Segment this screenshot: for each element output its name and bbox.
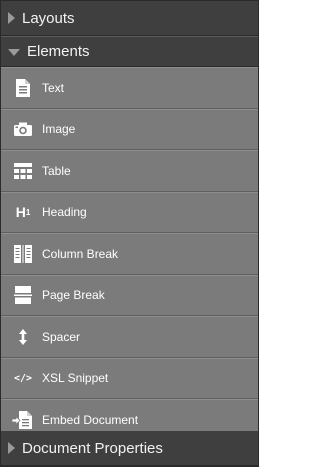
- caret-down-icon: [8, 49, 20, 56]
- document-properties-section-header[interactable]: Document Properties: [1, 431, 258, 466]
- code-icon: </>: [12, 367, 34, 389]
- element-item-label: XSL Snippet: [42, 371, 109, 386]
- caret-right-icon: [8, 442, 15, 454]
- element-item-xsl-snippet[interactable]: </> XSL Snippet: [1, 357, 258, 399]
- element-item-label: Text: [42, 80, 65, 95]
- heading-icon-letter: H: [15, 204, 26, 221]
- element-item-text[interactable]: Text: [1, 67, 258, 109]
- element-item-page-break[interactable]: Page Break: [1, 274, 258, 316]
- camera-icon: [12, 118, 34, 140]
- page-break-icon: [12, 284, 34, 306]
- elements-list: Text Image Table H 1 Heading Column Brea…: [1, 67, 258, 441]
- element-item-spacer[interactable]: Spacer: [1, 316, 258, 358]
- elements-section-header[interactable]: Elements: [1, 36, 258, 67]
- text-document-icon: [12, 77, 34, 99]
- element-item-column-break[interactable]: Column Break: [1, 233, 258, 275]
- element-item-label: Spacer: [42, 329, 81, 344]
- code-icon-text: </>: [13, 372, 33, 384]
- caret-right-icon: [8, 12, 15, 24]
- layouts-section-header[interactable]: Layouts: [1, 1, 258, 36]
- embed-document-icon: [12, 409, 34, 431]
- element-item-image[interactable]: Image: [1, 108, 258, 150]
- element-item-heading[interactable]: H1 Heading: [1, 191, 258, 233]
- element-item-label: Image: [42, 122, 76, 137]
- element-item-label: Table: [42, 163, 71, 178]
- table-icon: [12, 160, 34, 182]
- elements-panel: Layouts Elements Text Image Table H 1 He…: [0, 0, 259, 467]
- heading-icon: H1: [12, 201, 34, 223]
- document-properties-section-label: Document Properties: [22, 439, 163, 457]
- spacer-icon: [12, 326, 34, 348]
- element-item-label: Embed Document: [42, 412, 139, 427]
- elements-section-label: Elements: [27, 43, 90, 60]
- element-item-label: Column Break: [42, 246, 119, 261]
- element-item-table[interactable]: Table: [1, 150, 258, 192]
- heading-icon-sup: 1: [25, 207, 31, 217]
- element-item-label: Heading: [42, 205, 87, 220]
- column-break-icon: [12, 243, 34, 265]
- element-item-label: Page Break: [42, 288, 105, 303]
- layouts-section-label: Layouts: [22, 9, 75, 27]
